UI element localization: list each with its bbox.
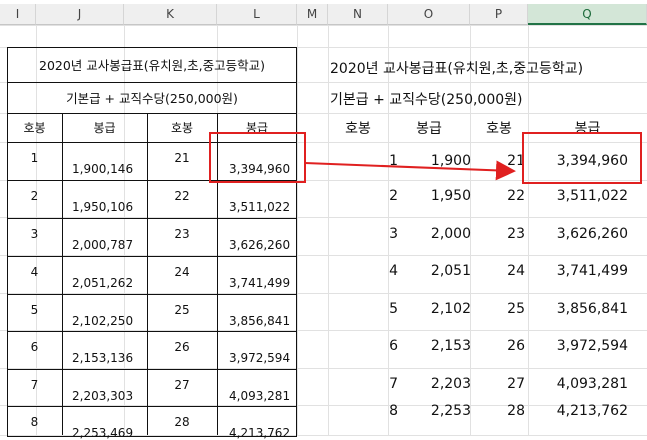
left-table-hline	[7, 331, 297, 332]
left-row-grade: 1	[30, 151, 39, 165]
left-row-grade: 28	[174, 415, 190, 429]
left-table-hline	[7, 142, 297, 143]
left-row-grade: 24	[174, 265, 190, 279]
column-header-m[interactable]: M	[297, 4, 328, 25]
right-header-3: 봉급	[574, 121, 601, 137]
left-row-grade: 3	[30, 227, 39, 241]
column-header-p[interactable]: P	[470, 4, 528, 25]
left-row-grade: 22	[174, 189, 190, 203]
right-row-salary: 3,972,594	[556, 338, 628, 354]
right-table-subtitle: 기본급 + 교직수당(250,000원)	[330, 92, 523, 108]
left-row-grade: 8	[30, 415, 39, 429]
right-row-grade: 28	[507, 403, 525, 419]
right-row-grade: 5	[389, 301, 398, 317]
left-row-salary: 1,950,106	[72, 200, 134, 214]
left-table-title: 2020년 교사봉급표(유치원,초,중고등학교)	[39, 58, 265, 73]
right-row-salary: 2,253	[430, 403, 471, 419]
right-row-salary: 3,626,260	[556, 226, 628, 242]
left-row-grade: 21	[174, 151, 190, 165]
column-header-n[interactable]: N	[328, 4, 388, 25]
left-row-salary: 2,000,787	[72, 238, 134, 252]
left-row-salary: 4,213,762	[229, 426, 291, 440]
right-row-salary: 2,203	[430, 376, 471, 392]
right-row-salary: 2,153	[430, 338, 471, 354]
right-row-grade: 7	[389, 376, 398, 392]
left-header-2: 호봉	[170, 121, 194, 135]
left-row-grade: 7	[30, 378, 39, 392]
left-row-grade: 4	[30, 265, 39, 279]
left-table-hline	[7, 180, 297, 181]
left-row-salary: 3,394,960	[229, 162, 291, 176]
right-row-grade: 23	[507, 226, 525, 242]
right-header-0: 호봉	[345, 121, 371, 137]
column-header-q[interactable]: Q	[528, 4, 647, 25]
left-row-grade: 25	[174, 303, 190, 317]
grid-hline	[0, 25, 647, 26]
right-header-1: 봉급	[416, 121, 442, 137]
left-row-salary: 3,856,841	[229, 314, 291, 328]
right-row-grade: 26	[507, 338, 525, 354]
right-row-grade: 25	[507, 301, 525, 317]
left-row-grade: 5	[30, 303, 39, 317]
right-row-salary: 3,741,499	[556, 263, 628, 279]
right-table-title: 2020년 교사봉급표(유치원,초,중고등학교)	[330, 61, 584, 77]
left-table-vline	[217, 113, 218, 435]
left-header-3: 봉급	[245, 121, 269, 135]
left-row-salary: 3,972,594	[229, 351, 291, 365]
right-row-salary: 1,950	[430, 188, 471, 204]
left-row-salary: 2,153,136	[72, 351, 134, 365]
right-row-grade: 2	[389, 188, 398, 204]
right-row-grade: 22	[507, 188, 525, 204]
left-row-salary: 1,900,146	[72, 162, 134, 176]
left-row-grade: 6	[30, 340, 39, 354]
right-row-grade: 24	[507, 263, 525, 279]
left-table-hline	[7, 294, 297, 295]
column-header-i[interactable]: I	[0, 4, 36, 25]
column-header-j[interactable]: J	[36, 4, 124, 25]
left-row-grade: 27	[174, 378, 190, 392]
left-row-grade: 23	[174, 227, 190, 241]
right-row-salary: 4,213,762	[556, 403, 628, 419]
right-row-grade: 8	[389, 403, 398, 419]
right-header-2: 호봉	[486, 121, 512, 137]
left-row-salary: 2,051,262	[72, 276, 134, 290]
column-header-k[interactable]: K	[124, 4, 217, 25]
right-row-salary: 3,511,022	[556, 188, 628, 204]
column-header-o[interactable]: O	[388, 4, 470, 25]
right-row-salary: 4,093,281	[556, 376, 628, 392]
left-row-salary: 3,741,499	[229, 276, 291, 290]
right-row-grade: 1	[389, 153, 398, 169]
left-table-subtitle: 기본급 + 교직수당(250,000원)	[66, 91, 238, 106]
left-header-1: 봉급	[93, 121, 116, 135]
grid-vline	[297, 25, 298, 435]
left-row-grade: 2	[30, 189, 39, 203]
left-table-hline	[7, 369, 297, 370]
left-header-0: 호봉	[23, 121, 46, 135]
right-row-grade: 27	[507, 376, 525, 392]
left-row-salary: 2,203,303	[72, 389, 134, 403]
left-row-salary: 3,626,260	[229, 238, 291, 252]
right-row-salary: 3,394,960	[556, 153, 628, 169]
right-row-grade: 3	[389, 226, 398, 242]
right-row-salary: 3,856,841	[556, 301, 628, 317]
right-row-salary: 2,000	[430, 226, 471, 242]
column-header-l[interactable]: L	[217, 4, 297, 25]
left-row-salary: 2,102,250	[72, 314, 134, 328]
right-row-grade: 21	[507, 153, 525, 169]
left-table-hline	[7, 406, 297, 407]
left-table-hline	[7, 218, 297, 219]
right-row-grade: 6	[389, 338, 398, 354]
left-table-vline	[62, 113, 63, 435]
left-row-salary: 4,093,281	[229, 389, 291, 403]
left-row-salary: 3,511,022	[229, 200, 291, 214]
left-table-hline	[7, 256, 297, 257]
left-row-grade: 26	[174, 340, 190, 354]
right-row-grade: 4	[389, 263, 398, 279]
left-row-salary: 2,253,469	[72, 426, 134, 440]
right-row-salary: 2,102	[430, 301, 471, 317]
right-row-salary: 1,900	[430, 153, 471, 169]
right-row-salary: 2,051	[430, 263, 471, 279]
